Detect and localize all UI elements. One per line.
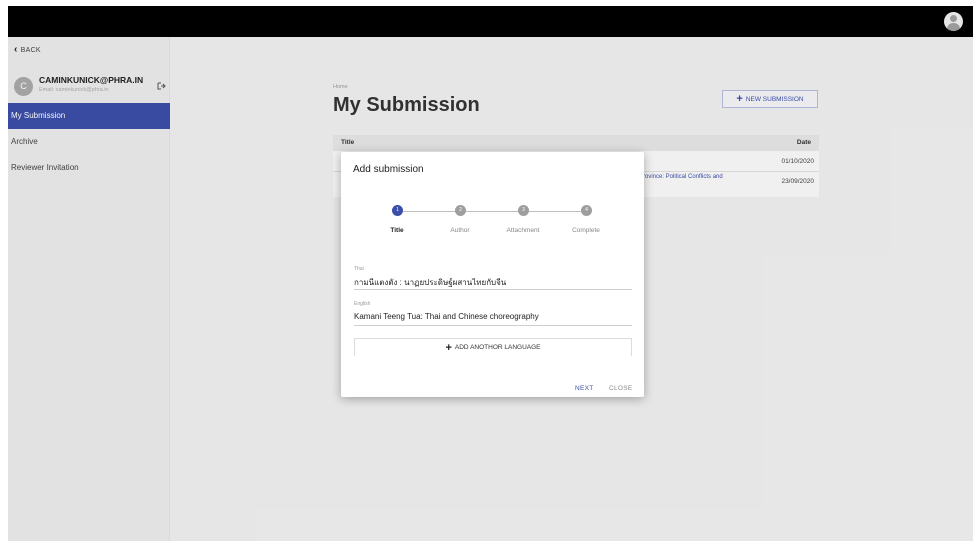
table-row-date: 23/09/2020 [781, 178, 814, 185]
user-email: Email: caminkunick@phra.in [39, 87, 109, 93]
stepper-connector [529, 211, 586, 212]
thai-title-label: Thai [354, 266, 364, 272]
english-title-underline [354, 325, 632, 326]
table-header: Title Date [333, 135, 819, 151]
table-row-title[interactable]: Province: Political Conflicts and [639, 174, 723, 180]
step-4-indicator: 4 [581, 205, 592, 216]
new-submission-button[interactable]: + NEW SUBMISSION [722, 90, 818, 108]
app-frame: ‹ BACK C CAMINKUNICK@PHRA.IN Email: cami… [8, 6, 973, 541]
chevron-left-icon: ‹ [14, 44, 18, 55]
english-title-input[interactable]: Kamani Teeng Tua: Thai and Chinese chore… [354, 312, 539, 321]
account-avatar-icon[interactable] [944, 12, 963, 31]
close-button[interactable]: CLOSE [609, 385, 633, 392]
step-3-label: Attachment [506, 227, 540, 234]
step-2-indicator: 2 [455, 205, 466, 216]
plus-icon: + [736, 93, 743, 105]
user-name: CAMINKUNICK@PHRA.IN [39, 75, 144, 85]
thai-title-underline [354, 289, 632, 290]
add-submission-dialog: Add submission 1 2 3 4 Title Author Atta… [341, 152, 644, 397]
add-another-language-button[interactable]: + ADD ANOTHOR LANGUAGE [354, 338, 632, 356]
step-4-label: Complete [572, 227, 600, 234]
column-header-title: Title [341, 139, 355, 146]
step-1-label: Title [390, 227, 404, 234]
breadcrumb[interactable]: Home [333, 84, 348, 90]
add-language-label: ADD ANOTHOR LANGUAGE [454, 344, 541, 351]
step-1-indicator: 1 [392, 205, 403, 216]
sidebar-item-my-submission[interactable]: My Submission [8, 103, 170, 129]
table-row-date: 01/10/2020 [781, 158, 814, 165]
user-avatar: C [14, 77, 33, 96]
sidebar: ‹ BACK C CAMINKUNICK@PHRA.IN Email: cami… [8, 37, 170, 541]
stepper-connector [403, 211, 461, 212]
plus-icon: + [445, 341, 452, 354]
column-header-date: Date [796, 139, 811, 146]
user-info: C CAMINKUNICK@PHRA.IN Email: caminkunick… [14, 73, 166, 99]
top-app-bar [8, 6, 973, 37]
sidebar-item-archive[interactable]: Archive [8, 129, 170, 155]
dialog-title: Add submission [353, 164, 424, 175]
sidebar-item-reviewer-invitation[interactable]: Reviewer Invitation [8, 155, 170, 181]
next-button[interactable]: NEXT [575, 385, 594, 392]
logout-icon[interactable] [157, 82, 166, 92]
stepper-connector [466, 211, 523, 212]
new-submission-label: NEW SUBMISSION [745, 95, 804, 103]
step-3-indicator: 3 [518, 205, 529, 216]
step-2-label: Author [450, 227, 470, 234]
thai-title-input[interactable]: กามนีแตงตัง : นาฏยประดิษฐ์ผสานไทยกับจีน [354, 276, 506, 289]
page-title: My Submission [333, 94, 480, 116]
back-label: BACK [20, 46, 41, 54]
back-button[interactable]: ‹ BACK [14, 44, 41, 55]
english-title-label: English [354, 301, 371, 307]
